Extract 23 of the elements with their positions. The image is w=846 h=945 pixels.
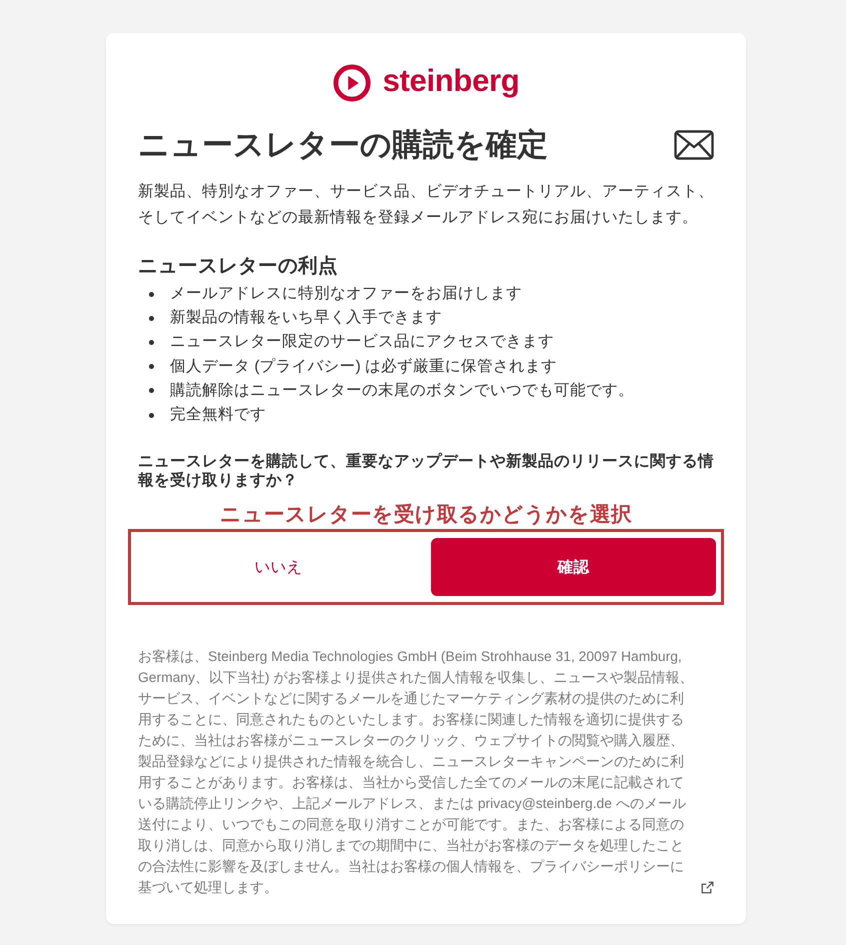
benefit-text: ニュースレター限定のサービス品にアクセスできます [170, 332, 554, 352]
play-circle-logo-icon [332, 64, 371, 102]
page-title: ニュースレターの購読を確定 [138, 126, 548, 164]
question-text: ニュースレターを購読して、重要なアップデートや新製品のリリースに関する情報を受け取りますか？ [138, 452, 714, 490]
benefit-text: 購読解除はニュースレターの末尾のボタンでいつでも可能です。 [170, 380, 634, 401]
logo-wordmark: steinberg [382, 62, 520, 100]
external-link-icon[interactable] [701, 881, 714, 894]
intro-text: 新製品、特別なオファー、サービス品、ビデオチュートリアル、アーティスト、そしてイベントなどの最新情報を登録メールアドレス宛にお届けいたします。 [138, 182, 714, 228]
bullet-icon [149, 340, 154, 345]
legal-text: お客様は、Steinberg Media Technologies GmbH (Beim Strohhause 31, 20097 Hamburg, Germany、以下当社) がお客様より提供された個人情報を収集し、ニュースや製品情報、サービス、イベントなどに関するメールを通じたマーケティング素材の提供のために利用することに、同意されたものといたします。お客様に関連した情報を適切に提供するために、当社はお客様がニュースレターのクリック、ウェブサイトの閲覧や購入履歴、製品登録などにより提供された情報を統合し、ニュースレターキャンペーンのために利用することがあります。お客様は、当社から受信した全てのメールの末尾に記載されている購読停止リンクや、上記メールアドレス、または privacy@steinberg.de へのメール送付により、いつでもこの同意を取り消すことが可能です。また、お客様による同意の取り消しは、同意から取り消しまでの期間中に、当社がお客様のデータを処理したことの合法性に影響を及ぼしません。当社はお客様の個人情報を、プライバシーポリシーに基づいて処理します。 [138, 647, 694, 898]
benefit-text: 個人データ (プライバシー) は必ず厳重に保管されます [170, 356, 558, 377]
benefits-heading: ニュースレターの利点 [138, 254, 339, 279]
bullet-icon [149, 364, 154, 370]
bullet-icon [149, 292, 154, 297]
benefit-text: 新製品の情報をいち早く入手できます [170, 308, 442, 328]
benefit-text: 完全無料です [170, 405, 266, 426]
bullet-icon [149, 316, 154, 321]
confirm-button[interactable]: 確認 [431, 538, 716, 596]
benefit-text: メールアドレスに特別なオファーをお届けします [170, 284, 522, 304]
envelope-icon [674, 130, 714, 160]
choice-prompt: ニュースレターを受け取るかどうかを選択 [219, 502, 633, 528]
bullet-icon [149, 412, 154, 418]
bullet-icon [149, 388, 154, 394]
